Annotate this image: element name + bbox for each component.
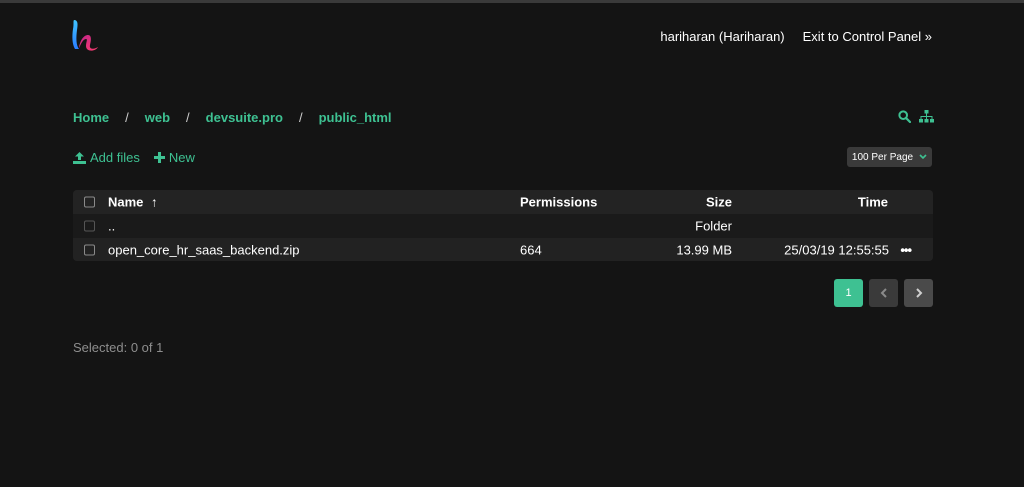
- upload-icon: [73, 151, 86, 164]
- per-page-value: 100 Per Page: [851, 151, 914, 163]
- sitemap-icon[interactable]: [919, 110, 934, 123]
- file-time: 25/03/19 12:55:55: [784, 242, 889, 257]
- page-1-button[interactable]: 1: [834, 279, 863, 307]
- parent-folder-row[interactable]: .. Folder: [73, 214, 933, 237]
- chevron-down-icon: [919, 154, 927, 160]
- row-checkbox[interactable]: [84, 220, 95, 231]
- file-size: 13.99 MB: [676, 242, 732, 257]
- app-logo[interactable]: [71, 18, 101, 52]
- exit-control-panel-link[interactable]: Exit to Control Panel »: [803, 29, 932, 44]
- parent-folder-name[interactable]: ..: [108, 218, 115, 233]
- parent-folder-type: Folder: [695, 218, 732, 233]
- table-header: Name ↑ Permissions Size Time: [73, 190, 933, 214]
- file-table: Name ↑ Permissions Size Time .. Folder o…: [73, 190, 933, 261]
- select-all-checkbox[interactable]: [84, 196, 95, 208]
- breadcrumb-separator: /: [125, 110, 129, 125]
- breadcrumb-home[interactable]: Home: [73, 110, 109, 125]
- breadcrumb-web[interactable]: web: [145, 110, 170, 125]
- prev-page-button[interactable]: [869, 279, 898, 307]
- breadcrumb-separator: /: [186, 110, 190, 125]
- file-permissions: 664: [520, 242, 542, 257]
- chevron-right-icon: [915, 288, 922, 298]
- table-row[interactable]: open_core_hr_saas_backend.zip 664 13.99 …: [73, 237, 933, 261]
- selection-status: Selected: 0 of 1: [73, 340, 164, 355]
- plus-icon: [153, 152, 165, 163]
- top-border: [0, 0, 1024, 3]
- name-column-header[interactable]: Name ↑: [108, 195, 158, 210]
- file-tools: [898, 110, 934, 123]
- size-column-header[interactable]: Size: [706, 195, 732, 210]
- more-actions-icon[interactable]: •••: [900, 242, 912, 257]
- permissions-column-header[interactable]: Permissions: [520, 195, 597, 210]
- add-files-label: Add files: [90, 150, 140, 165]
- breadcrumb-devsuite[interactable]: devsuite.pro: [206, 110, 283, 125]
- new-label: New: [168, 150, 195, 165]
- sort-arrow-icon: ↑: [151, 194, 158, 210]
- top-nav: hariharan (Hariharan) Exit to Control Pa…: [660, 29, 932, 44]
- file-actions: Add files New: [73, 150, 195, 165]
- add-files-button[interactable]: Add files: [73, 150, 140, 165]
- breadcrumb: Home / web / devsuite.pro / public_html: [73, 110, 392, 125]
- file-name[interactable]: open_core_hr_saas_backend.zip: [108, 242, 300, 257]
- pagination: 1: [834, 279, 933, 307]
- chevron-left-icon: [880, 288, 887, 298]
- new-button[interactable]: New: [153, 150, 195, 165]
- row-checkbox[interactable]: [84, 244, 95, 255]
- name-header-label: Name: [108, 194, 144, 210]
- per-page-select[interactable]: 100 Per Page: [847, 147, 932, 167]
- next-page-button[interactable]: [904, 279, 933, 307]
- breadcrumb-public-html[interactable]: public_html: [319, 110, 392, 125]
- user-label[interactable]: hariharan (Hariharan): [660, 29, 784, 44]
- search-icon[interactable]: [898, 110, 911, 123]
- breadcrumb-separator: /: [298, 110, 303, 125]
- time-column-header[interactable]: Time: [858, 195, 888, 210]
